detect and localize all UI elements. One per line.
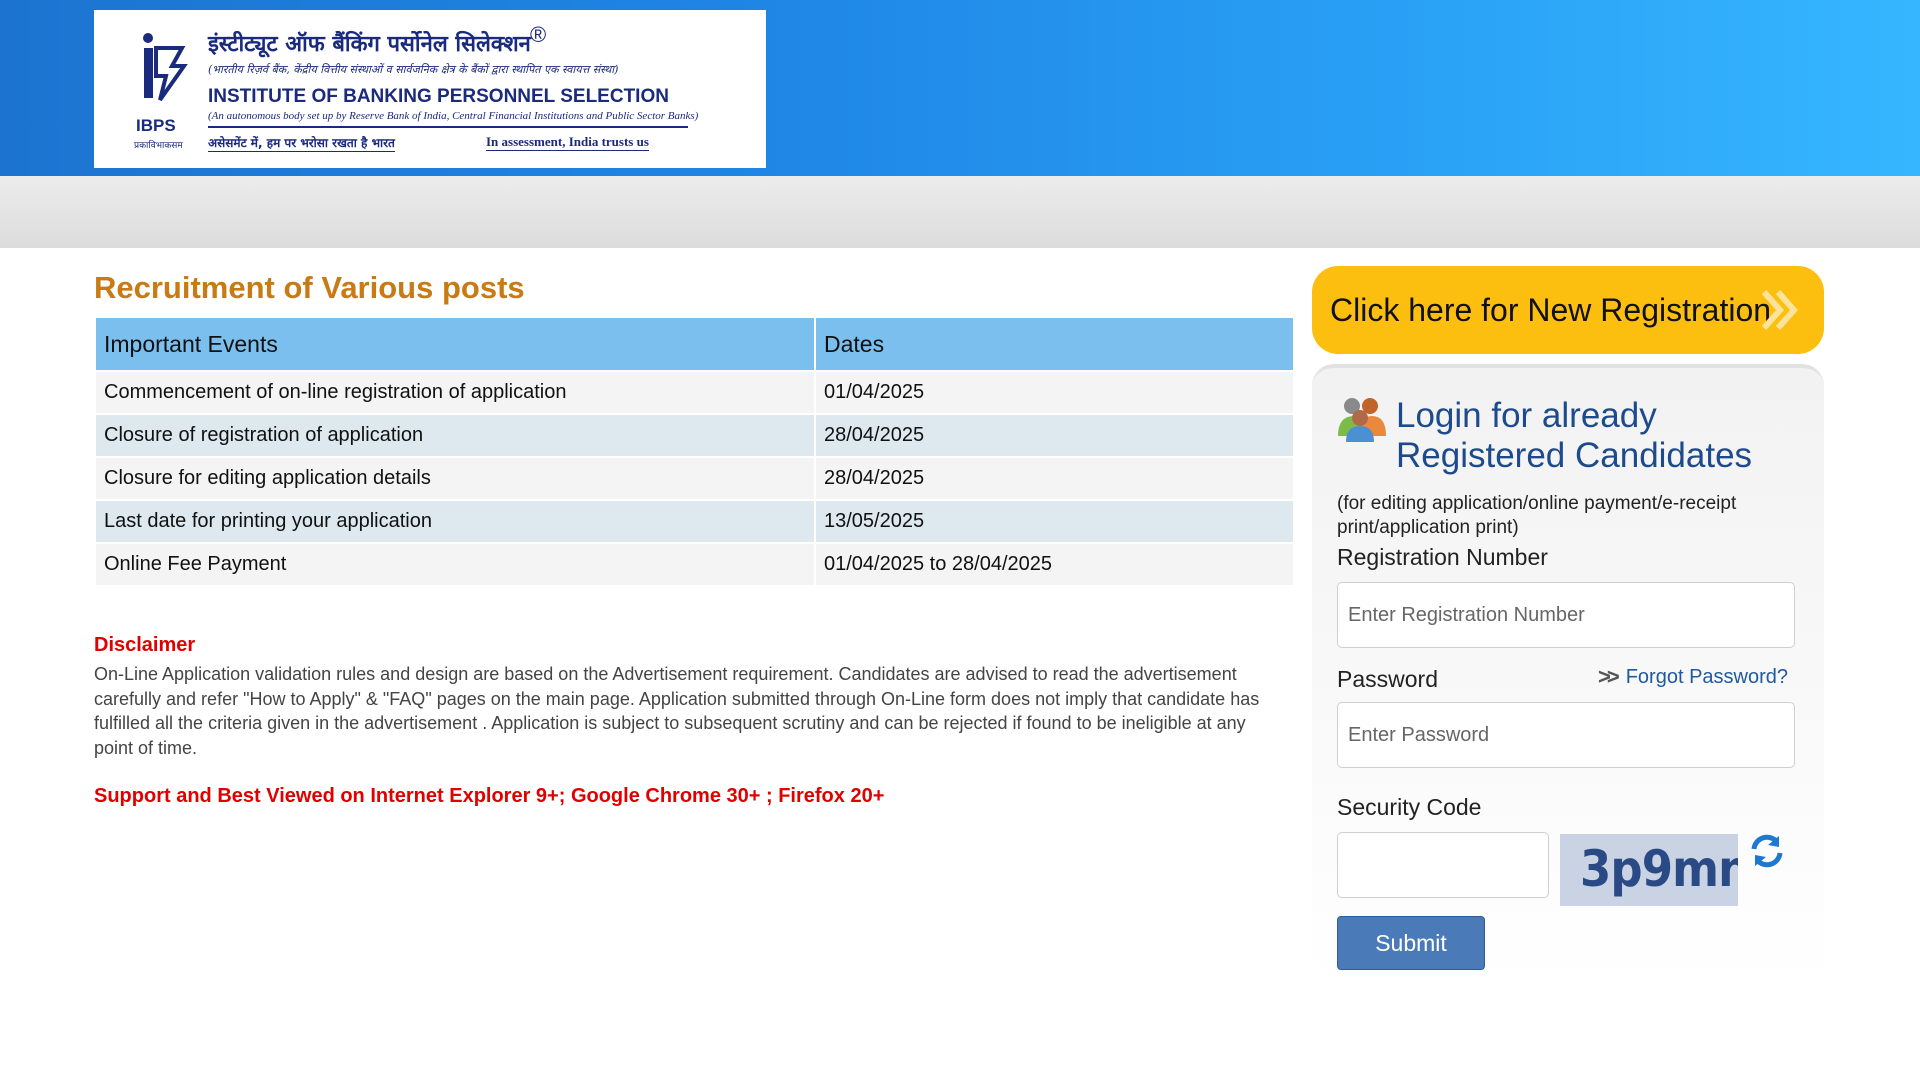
password-label: Password — [1337, 666, 1438, 692]
login-panel: Login for already Registered Candidates … — [1312, 364, 1824, 984]
disclaimer-text: On-Line Application validation rules and… — [94, 664, 1260, 758]
event-cell: Last date for printing your application — [96, 501, 814, 542]
registration-number-label: Registration Number — [1337, 544, 1548, 570]
important-events-table: Important Events Dates Commencement of o… — [94, 316, 1295, 587]
page-title: Recruitment of Various posts — [94, 270, 525, 305]
column-header-dates: Dates — [816, 318, 1293, 370]
registration-number-input[interactable] — [1337, 582, 1795, 648]
date-cell: 28/04/2025 — [816, 415, 1293, 456]
logo-hindi-title: इंस्टीट्यूट ऑफ बैंकिंग पर्सोनेल सिलेक्शन — [208, 32, 531, 57]
date-cell: 28/04/2025 — [816, 458, 1293, 499]
table-row: Online Fee Payment 01/04/2025 to 28/04/2… — [96, 544, 1293, 585]
new-registration-label: Click here for New Registration — [1330, 291, 1772, 328]
logo-tagline-english: In assessment, India trusts us — [486, 134, 649, 151]
table-row: Closure for editing application details … — [96, 458, 1293, 499]
column-header-events: Important Events — [96, 318, 814, 370]
date-cell: 13/05/2025 — [816, 501, 1293, 542]
logo-abbreviation: IBPS — [136, 116, 176, 135]
date-cell: 01/04/2025 to 28/04/2025 — [816, 544, 1293, 585]
security-code-label: Security Code — [1337, 794, 1482, 820]
table-row: Commencement of on-line registration of … — [96, 372, 1293, 413]
table-row: Last date for printing your application … — [96, 501, 1293, 542]
disclaimer-title: Disclaimer — [94, 634, 196, 656]
site-header: इंस्टीट्यूट ऑफ बैंकिंग पर्सोनेल सिलेक्शन… — [0, 0, 1920, 176]
login-hint: (for editing application/online payment/… — [1337, 493, 1737, 538]
table-row: Closure of registration of application 2… — [96, 415, 1293, 456]
forgot-password-link[interactable]: >> Forgot Password? — [1598, 664, 1788, 690]
users-icon — [1338, 398, 1386, 442]
event-cell: Closure for editing application details — [96, 458, 814, 499]
date-cell: 01/04/2025 — [816, 372, 1293, 413]
event-cell: Commencement of on-line registration of … — [96, 372, 814, 413]
logo-tagline-hindi: असेसमेंट में, हम पर भरोसा रखता है भारत — [208, 136, 395, 152]
table-header-row: Important Events Dates — [96, 318, 1293, 370]
ibps-logo[interactable]: इंस्टीट्यूट ऑफ बैंकिंग पर्सोनेल सिलेक्शन… — [94, 10, 766, 168]
refresh-icon[interactable] — [1748, 832, 1786, 870]
password-input[interactable] — [1337, 702, 1795, 768]
security-code-input[interactable] — [1337, 832, 1549, 898]
double-chevron-right-icon — [1761, 290, 1799, 330]
logo-english-subtitle: (An autonomous body set up by Reserve Ba… — [208, 110, 699, 122]
event-cell: Online Fee Payment — [96, 544, 814, 585]
event-cell: Closure of registration of application — [96, 415, 814, 456]
captcha-image: 3p9mn — [1560, 834, 1738, 906]
logo-divider — [208, 126, 688, 128]
captcha-text: 3p9mn — [1580, 840, 1738, 898]
logo-registered-mark: ® — [530, 22, 547, 47]
submit-button[interactable]: Submit — [1337, 916, 1485, 970]
logo-english-title: INSTITUTE OF BANKING PERSONNEL SELECTION — [208, 86, 669, 107]
logo-hindi-subtitle: (भारतीय रिज़र्व बैंक, केंद्रीय वित्तीय स… — [208, 63, 619, 76]
new-registration-button[interactable]: Click here for New Registration — [1312, 266, 1824, 354]
logo-abbreviation-hindi: प्रकाविभाकसम — [134, 141, 183, 151]
forgot-password-label: Forgot Password? — [1625, 665, 1788, 688]
double-chevron-right-icon: >> — [1598, 664, 1620, 689]
nav-band — [0, 176, 1920, 248]
browser-support-notice: Support and Best Viewed on Internet Expl… — [94, 785, 885, 807]
login-title: Login for already Registered Candidates — [1396, 396, 1753, 475]
